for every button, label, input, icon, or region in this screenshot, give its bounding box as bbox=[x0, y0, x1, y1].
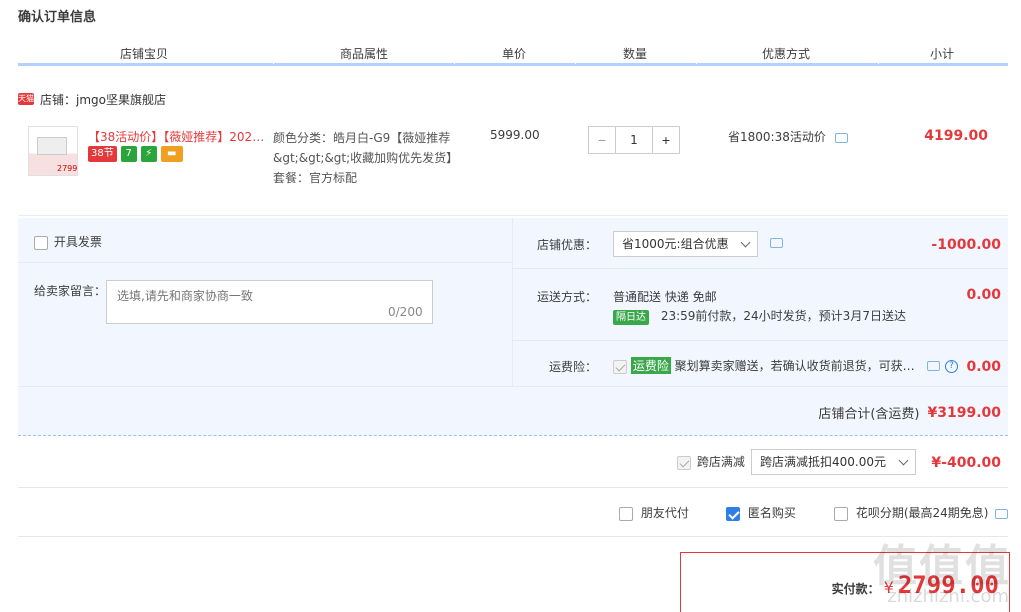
col-quantity: 数量 bbox=[623, 47, 648, 61]
attr-color: 颜色分类：皓月白-G9【薇娅推荐&gt;&gt;&gt;收藏加购优先发货】 bbox=[273, 131, 459, 165]
invoice-checkbox[interactable] bbox=[34, 235, 48, 250]
insurance-tag: 运费险 bbox=[630, 357, 671, 374]
cross-store-amount: ¥-400.00 bbox=[931, 455, 1001, 471]
insurance-amount: 0.00 bbox=[966, 359, 1001, 375]
watermark: 值值值 bbox=[873, 541, 1011, 592]
insurance-checkbox bbox=[613, 359, 627, 374]
shipping-note: 23:59前付款，24小时发货，预计3月7日送达 bbox=[660, 309, 906, 323]
tmall-icon: 天猫 bbox=[18, 93, 34, 105]
help-icon[interactable]: ? bbox=[945, 360, 958, 373]
col-subtotal: 小计 bbox=[930, 47, 955, 61]
row-divider bbox=[18, 262, 512, 263]
chat-icon[interactable] bbox=[834, 132, 848, 143]
shop-total-amount: ¥3199.00 bbox=[927, 404, 1001, 421]
thumb-price-label: 2799 bbox=[57, 164, 78, 173]
invoice-option[interactable]: 开具发票 bbox=[34, 233, 102, 250]
quantity-stepper: − + bbox=[588, 126, 680, 154]
product-badges: 38节 7 ⚡ ▬ bbox=[88, 146, 183, 162]
chevron-down-icon bbox=[898, 455, 909, 466]
insurance-label: 运费险： bbox=[549, 360, 598, 374]
anonymous-label: 匿名购买 bbox=[747, 506, 796, 520]
item-subtotal: 4199.00 bbox=[924, 128, 988, 144]
unit-price: 5999.00 bbox=[490, 128, 540, 142]
shop-total-label: 店铺合计(含运费) bbox=[818, 407, 920, 422]
huabei-option[interactable]: 花呗分期(最高24期免息) bbox=[834, 504, 1009, 521]
shop-discount-select[interactable]: 省1000元:组合优惠 bbox=[613, 231, 758, 257]
product-attributes: 颜色分类：皓月白-G9【薇娅推荐&gt;&gt;&gt;收藏加购优先发货】 套餐… bbox=[273, 128, 463, 188]
product-name-link[interactable]: 【38活动价】【薇娅推荐】2022新品 坚果G9投影仪 bbox=[88, 128, 268, 145]
promotion-info: 省1800:38活动价 bbox=[728, 128, 848, 145]
order-item-row: 2799 【38活动价】【薇娅推荐】2022新品 坚果G9投影仪 38节 7 ⚡… bbox=[18, 116, 1008, 216]
shop-total: 店铺合计(含运费) ¥3199.00 bbox=[818, 403, 1001, 423]
seller-message-input[interactable] bbox=[106, 280, 433, 324]
huabei-checkbox[interactable] bbox=[834, 506, 848, 521]
row-divider bbox=[513, 340, 1008, 341]
insurance-info: 运费险 聚划算卖家赠送，若确认收货前退货，可获… bbox=[613, 357, 923, 374]
chat-icon[interactable] bbox=[927, 361, 940, 371]
insurance-desc: 聚划算卖家赠送，若确认收货前退货，可获… bbox=[674, 359, 915, 373]
shop-discount-value: 省1000元:组合优惠 bbox=[622, 237, 729, 251]
cross-store-option: 跨店满减 bbox=[677, 453, 745, 470]
chat-icon[interactable] bbox=[770, 238, 783, 248]
shop-discount-label: 店铺优惠： bbox=[537, 238, 598, 252]
energy-icon: ⚡ bbox=[140, 146, 157, 162]
festival-38-badge: 38节 bbox=[88, 146, 117, 162]
qty-plus-button[interactable]: + bbox=[652, 126, 680, 154]
shipping-method: 普通配送 快递 免邮 bbox=[613, 290, 717, 304]
quantity-input[interactable] bbox=[616, 126, 652, 154]
table-header: 店铺宝贝 商品属性 单价 数量 优惠方式 小计 bbox=[18, 42, 1008, 66]
friend-pay-checkbox[interactable] bbox=[619, 506, 633, 521]
col-promotion: 优惠方式 bbox=[762, 47, 811, 61]
anonymous-option[interactable]: 匿名购买 bbox=[726, 504, 796, 521]
chat-icon[interactable] bbox=[995, 508, 1009, 519]
cross-store-checkbox bbox=[677, 455, 691, 470]
watermark-url: zhizhizhi.com bbox=[887, 586, 1009, 607]
shop-discount-amount: -1000.00 bbox=[931, 237, 1001, 253]
qty-minus-button[interactable]: − bbox=[588, 126, 616, 154]
message-label: 给卖家留言： bbox=[34, 284, 107, 298]
divider bbox=[18, 487, 1008, 488]
row-divider bbox=[18, 386, 1008, 387]
chevron-down-icon bbox=[740, 237, 751, 248]
invoice-label: 开具发票 bbox=[53, 235, 102, 249]
promotion-text: 省1800:38活动价 bbox=[728, 130, 826, 144]
cross-store-select[interactable]: 跨店满减抵扣400.00元 bbox=[751, 449, 916, 475]
product-thumbnail[interactable]: 2799 bbox=[28, 126, 78, 176]
credit-card-icon: ▬ bbox=[160, 146, 183, 162]
seven-day-return-icon: 7 bbox=[120, 146, 137, 162]
next-day-badge: 隔日达 bbox=[613, 310, 649, 325]
friend-pay-label: 朋友代付 bbox=[640, 506, 689, 520]
shipping-eta: 隔日达 23:59前付款，24小时发货，预计3月7日送达 bbox=[613, 307, 906, 325]
message-char-count: 0/200 bbox=[388, 305, 423, 319]
anonymous-checkbox[interactable] bbox=[726, 506, 740, 521]
shipping-amount: 0.00 bbox=[966, 287, 1001, 303]
product-image-icon bbox=[37, 137, 67, 155]
page-title: 确认订单信息 bbox=[18, 10, 97, 25]
col-attributes: 商品属性 bbox=[340, 47, 389, 61]
friend-pay-option[interactable]: 朋友代付 bbox=[619, 504, 689, 521]
col-shop-item: 店铺宝贝 bbox=[120, 47, 169, 61]
panel-divider bbox=[512, 218, 513, 386]
huabei-label: 花呗分期(最高24期免息) bbox=[855, 506, 989, 520]
col-unit-price: 单价 bbox=[502, 47, 527, 61]
cross-store-value: 跨店满减抵扣400.00元 bbox=[760, 455, 886, 469]
cross-store-label: 跨店满减 bbox=[696, 455, 745, 469]
attr-set: 套餐：官方标配 bbox=[273, 171, 358, 185]
divider bbox=[18, 536, 1008, 537]
shop-name-link[interactable]: 店铺：jmgo坚果旗舰店 bbox=[40, 91, 166, 108]
row-divider bbox=[513, 268, 1008, 269]
shipping-label: 运送方式： bbox=[537, 290, 598, 304]
shop-row: 天猫 店铺：jmgo坚果旗舰店 bbox=[18, 90, 166, 108]
